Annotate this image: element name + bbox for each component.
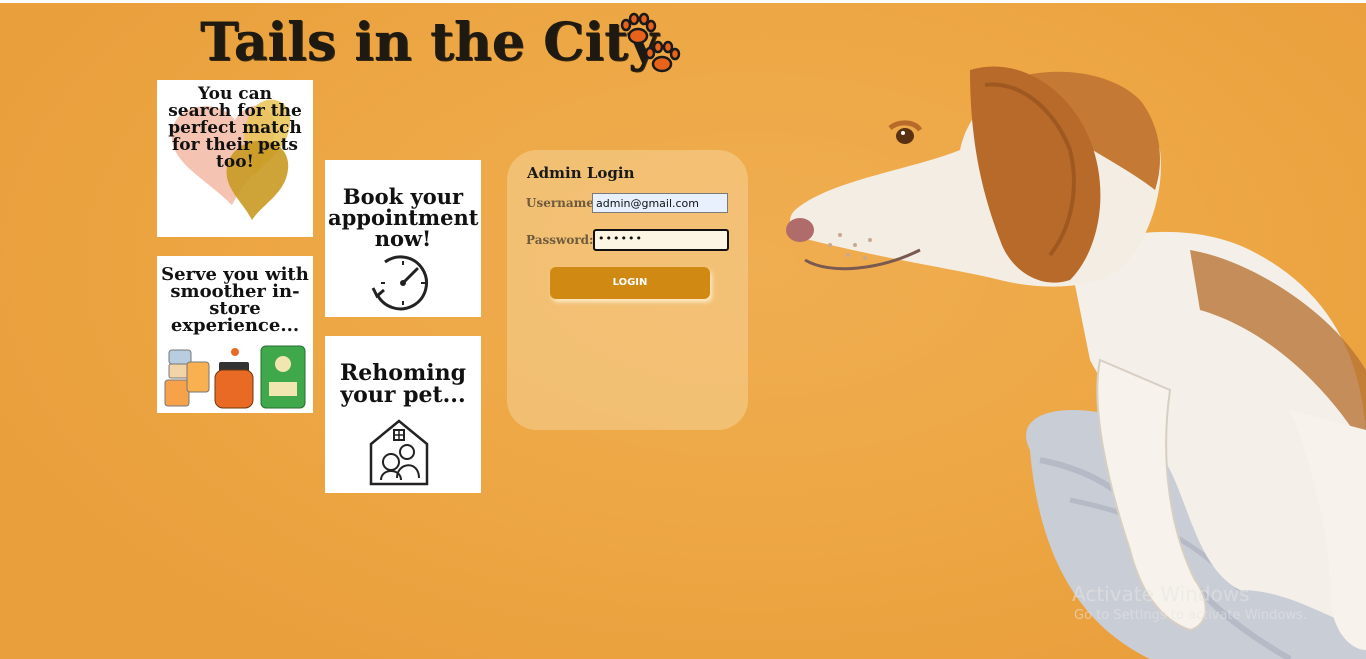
card-rehoming-text: Rehoming your pet...: [340, 360, 466, 408]
username-input[interactable]: [592, 193, 728, 213]
card-search-match-text: You can search for the perfect match for…: [168, 84, 302, 172]
beagle-dog-image: [786, 66, 1366, 659]
pet-house-icon: [369, 419, 429, 486]
password-label: Password:: [526, 233, 594, 247]
card-book-appointment-text: Book your appointment now!: [328, 184, 479, 251]
windows-activation-subtitle: Go to Settings to activate Windows.: [1074, 608, 1307, 623]
login-button[interactable]: LOGIN: [550, 267, 710, 299]
card-instore-experience-text: Serve you with smoother in-store experie…: [161, 264, 309, 336]
card-rehoming[interactable]: Rehoming your pet...: [325, 336, 481, 493]
site-title: Tails in the City: [200, 12, 659, 73]
clock-icon: [371, 255, 428, 311]
login-title: Admin Login: [527, 164, 635, 182]
card-search-match[interactable]: You can search for the perfect match for…: [157, 80, 313, 237]
username-label: Username:: [526, 196, 599, 210]
password-input[interactable]: ••••••: [593, 229, 729, 251]
windows-activation-title: Activate Windows: [1072, 582, 1250, 606]
card-instore-experience[interactable]: Serve you with smoother in-store experie…: [157, 256, 313, 413]
card-book-appointment[interactable]: Book your appointment now!: [325, 160, 481, 317]
paw-prints-icon: [620, 12, 681, 73]
admin-login-panel: Admin Login Username: Password: •••••• L…: [507, 150, 748, 430]
pet-supplies-illustration: [164, 345, 306, 409]
